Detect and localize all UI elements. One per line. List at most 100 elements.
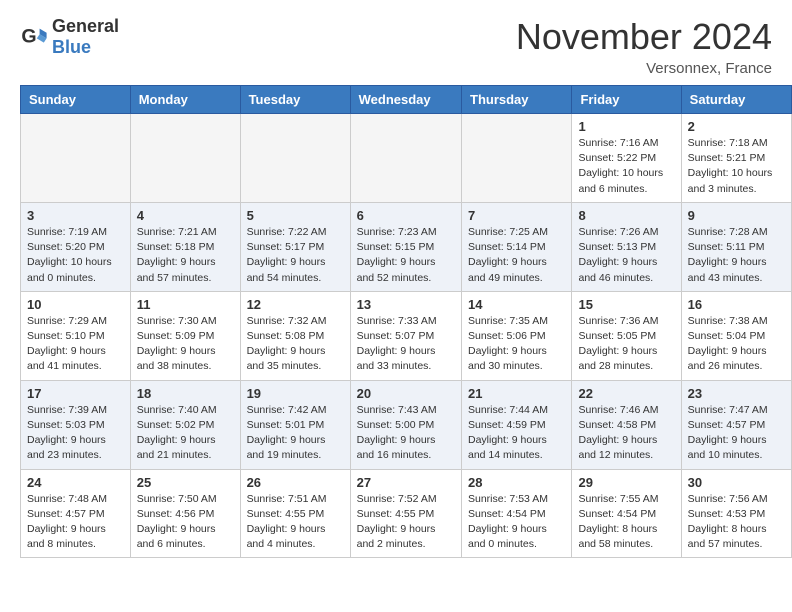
day-number: 22 <box>578 386 674 401</box>
calendar-cell <box>462 114 572 203</box>
day-number: 13 <box>357 297 455 312</box>
day-number: 6 <box>357 208 455 223</box>
day-number: 15 <box>578 297 674 312</box>
day-number: 7 <box>468 208 565 223</box>
day-info: Sunrise: 7:53 AM Sunset: 4:54 PM Dayligh… <box>468 492 565 553</box>
day-info: Sunrise: 7:44 AM Sunset: 4:59 PM Dayligh… <box>468 403 565 464</box>
calendar-header: SundayMondayTuesdayWednesdayThursdayFrid… <box>21 86 792 114</box>
weekday-header-thursday: Thursday <box>462 86 572 114</box>
day-info: Sunrise: 7:36 AM Sunset: 5:05 PM Dayligh… <box>578 314 674 375</box>
calendar-cell: 3 Sunrise: 7:19 AM Sunset: 5:20 PM Daylig… <box>21 202 131 291</box>
day-info: Sunrise: 7:32 AM Sunset: 5:08 PM Dayligh… <box>247 314 344 375</box>
location: Versonnex, France <box>516 60 772 77</box>
day-number: 10 <box>27 297 124 312</box>
calendar-cell: 5Sunrise: 7:22 AM Sunset: 5:17 PM Daylig… <box>240 202 350 291</box>
day-number: 16 <box>688 297 785 312</box>
day-number: 26 <box>247 475 344 490</box>
calendar-cell: 22 Sunrise: 7:46 AM Sunset: 4:58 PM Dayli… <box>572 380 681 469</box>
week-row-1: 1Sunrise: 7:16 AM Sunset: 5:22 PM Daylig… <box>21 114 792 203</box>
day-info: Sunrise: 7:48 AM Sunset: 4:57 PM Dayligh… <box>27 492 124 553</box>
day-info: Sunrise: 7:52 AM Sunset: 4:55 PM Dayligh… <box>357 492 455 553</box>
day-info: Sunrise: 7:51 AM Sunset: 4:55 PM Dayligh… <box>247 492 344 553</box>
day-number: 3 <box>27 208 124 223</box>
month-title: November 2024 <box>516 16 772 58</box>
calendar-cell: 21 Sunrise: 7:44 AM Sunset: 4:59 PM Dayli… <box>462 380 572 469</box>
calendar-cell <box>240 114 350 203</box>
day-number: 17 <box>27 386 124 401</box>
logo-icon: G <box>20 23 48 51</box>
day-info: Sunrise: 7:26 AM Sunset: 5:13 PM Dayligh… <box>578 225 674 286</box>
day-info: Sunrise: 7:47 AM Sunset: 4:57 PM Dayligh… <box>688 403 785 464</box>
calendar-cell: 24 Sunrise: 7:48 AM Sunset: 4:57 PM Dayli… <box>21 469 131 558</box>
day-info: Sunrise: 7:55 AM Sunset: 4:54 PM Dayligh… <box>578 492 674 553</box>
svg-text:G: G <box>21 25 36 47</box>
day-number: 29 <box>578 475 674 490</box>
calendar-cell: 17Sunrise: 7:39 AM Sunset: 5:03 PM Dayli… <box>21 380 131 469</box>
calendar-cell: 13Sunrise: 7:33 AM Sunset: 5:07 PM Dayli… <box>350 291 461 380</box>
day-number: 9 <box>688 208 785 223</box>
day-number: 24 <box>27 475 124 490</box>
day-number: 28 <box>468 475 565 490</box>
day-info: Sunrise: 7:22 AM Sunset: 5:17 PM Dayligh… <box>247 225 344 286</box>
calendar-cell: 11Sunrise: 7:30 AM Sunset: 5:09 PM Dayli… <box>130 291 240 380</box>
day-number: 21 <box>468 386 565 401</box>
day-info: Sunrise: 7:40 AM Sunset: 5:02 PM Dayligh… <box>137 403 234 464</box>
weekday-header-wednesday: Wednesday <box>350 86 461 114</box>
week-row-4: 17Sunrise: 7:39 AM Sunset: 5:03 PM Dayli… <box>21 380 792 469</box>
day-number: 18 <box>137 386 234 401</box>
calendar-cell: 1Sunrise: 7:16 AM Sunset: 5:22 PM Daylig… <box>572 114 681 203</box>
calendar-cell: 15 Sunrise: 7:36 AM Sunset: 5:05 PM Dayli… <box>572 291 681 380</box>
weekday-header-monday: Monday <box>130 86 240 114</box>
calendar-cell <box>350 114 461 203</box>
day-info: Sunrise: 7:56 AM Sunset: 4:53 PM Dayligh… <box>688 492 785 553</box>
logo: G General Blue <box>20 16 119 57</box>
day-info: Sunrise: 7:21 AM Sunset: 5:18 PM Dayligh… <box>137 225 234 286</box>
calendar-cell: 23 Sunrise: 7:47 AM Sunset: 4:57 PM Dayli… <box>681 380 791 469</box>
day-number: 23 <box>688 386 785 401</box>
day-info: Sunrise: 7:28 AM Sunset: 5:11 PM Dayligh… <box>688 225 785 286</box>
calendar-cell: 8 Sunrise: 7:26 AM Sunset: 5:13 PM Daylig… <box>572 202 681 291</box>
weekday-header-row: SundayMondayTuesdayWednesdayThursdayFrid… <box>21 86 792 114</box>
day-number: 4 <box>137 208 234 223</box>
day-info: Sunrise: 7:29 AM Sunset: 5:10 PM Dayligh… <box>27 314 124 375</box>
weekday-header-tuesday: Tuesday <box>240 86 350 114</box>
day-info: Sunrise: 7:25 AM Sunset: 5:14 PM Dayligh… <box>468 225 565 286</box>
calendar-cell: 27 Sunrise: 7:52 AM Sunset: 4:55 PM Dayli… <box>350 469 461 558</box>
day-info: Sunrise: 7:19 AM Sunset: 5:20 PM Dayligh… <box>27 225 124 286</box>
calendar-cell: 18 Sunrise: 7:40 AM Sunset: 5:02 PM Dayli… <box>130 380 240 469</box>
weekday-header-friday: Friday <box>572 86 681 114</box>
calendar-cell: 30Sunrise: 7:56 AM Sunset: 4:53 PM Dayli… <box>681 469 791 558</box>
day-info: Sunrise: 7:35 AM Sunset: 5:06 PM Dayligh… <box>468 314 565 375</box>
calendar-cell: 19Sunrise: 7:42 AM Sunset: 5:01 PM Dayli… <box>240 380 350 469</box>
day-number: 14 <box>468 297 565 312</box>
weekday-header-sunday: Sunday <box>21 86 131 114</box>
day-info: Sunrise: 7:18 AM Sunset: 5:21 PM Dayligh… <box>688 136 785 197</box>
calendar-cell: 26 Sunrise: 7:51 AM Sunset: 4:55 PM Dayli… <box>240 469 350 558</box>
calendar-wrapper: SundayMondayTuesdayWednesdayThursdayFrid… <box>0 85 792 568</box>
calendar-cell: 28 Sunrise: 7:53 AM Sunset: 4:54 PM Dayli… <box>462 469 572 558</box>
day-info: Sunrise: 7:23 AM Sunset: 5:15 PM Dayligh… <box>357 225 455 286</box>
logo-blue: Blue <box>52 37 119 58</box>
calendar-cell <box>21 114 131 203</box>
week-row-2: 3 Sunrise: 7:19 AM Sunset: 5:20 PM Daylig… <box>21 202 792 291</box>
week-row-3: 10 Sunrise: 7:29 AM Sunset: 5:10 PM Dayli… <box>21 291 792 380</box>
calendar-cell: 2 Sunrise: 7:18 AM Sunset: 5:21 PM Daylig… <box>681 114 791 203</box>
title-area: November 2024 Versonnex, France <box>516 16 772 77</box>
day-number: 20 <box>357 386 455 401</box>
calendar-cell: 10 Sunrise: 7:29 AM Sunset: 5:10 PM Dayli… <box>21 291 131 380</box>
day-info: Sunrise: 7:42 AM Sunset: 5:01 PM Dayligh… <box>247 403 344 464</box>
calendar-cell: 4 Sunrise: 7:21 AM Sunset: 5:18 PM Daylig… <box>130 202 240 291</box>
calendar-cell: 20 Sunrise: 7:43 AM Sunset: 5:00 PM Dayli… <box>350 380 461 469</box>
day-info: Sunrise: 7:43 AM Sunset: 5:00 PM Dayligh… <box>357 403 455 464</box>
calendar-cell: 12Sunrise: 7:32 AM Sunset: 5:08 PM Dayli… <box>240 291 350 380</box>
day-info: Sunrise: 7:46 AM Sunset: 4:58 PM Dayligh… <box>578 403 674 464</box>
week-row-5: 24 Sunrise: 7:48 AM Sunset: 4:57 PM Dayli… <box>21 469 792 558</box>
day-number: 1 <box>578 119 674 134</box>
calendar: SundayMondayTuesdayWednesdayThursdayFrid… <box>20 85 792 558</box>
calendar-cell: 29 Sunrise: 7:55 AM Sunset: 4:54 PM Dayli… <box>572 469 681 558</box>
day-info: Sunrise: 7:30 AM Sunset: 5:09 PM Dayligh… <box>137 314 234 375</box>
day-number: 8 <box>578 208 674 223</box>
day-number: 27 <box>357 475 455 490</box>
calendar-cell: 25Sunrise: 7:50 AM Sunset: 4:56 PM Dayli… <box>130 469 240 558</box>
day-number: 2 <box>688 119 785 134</box>
